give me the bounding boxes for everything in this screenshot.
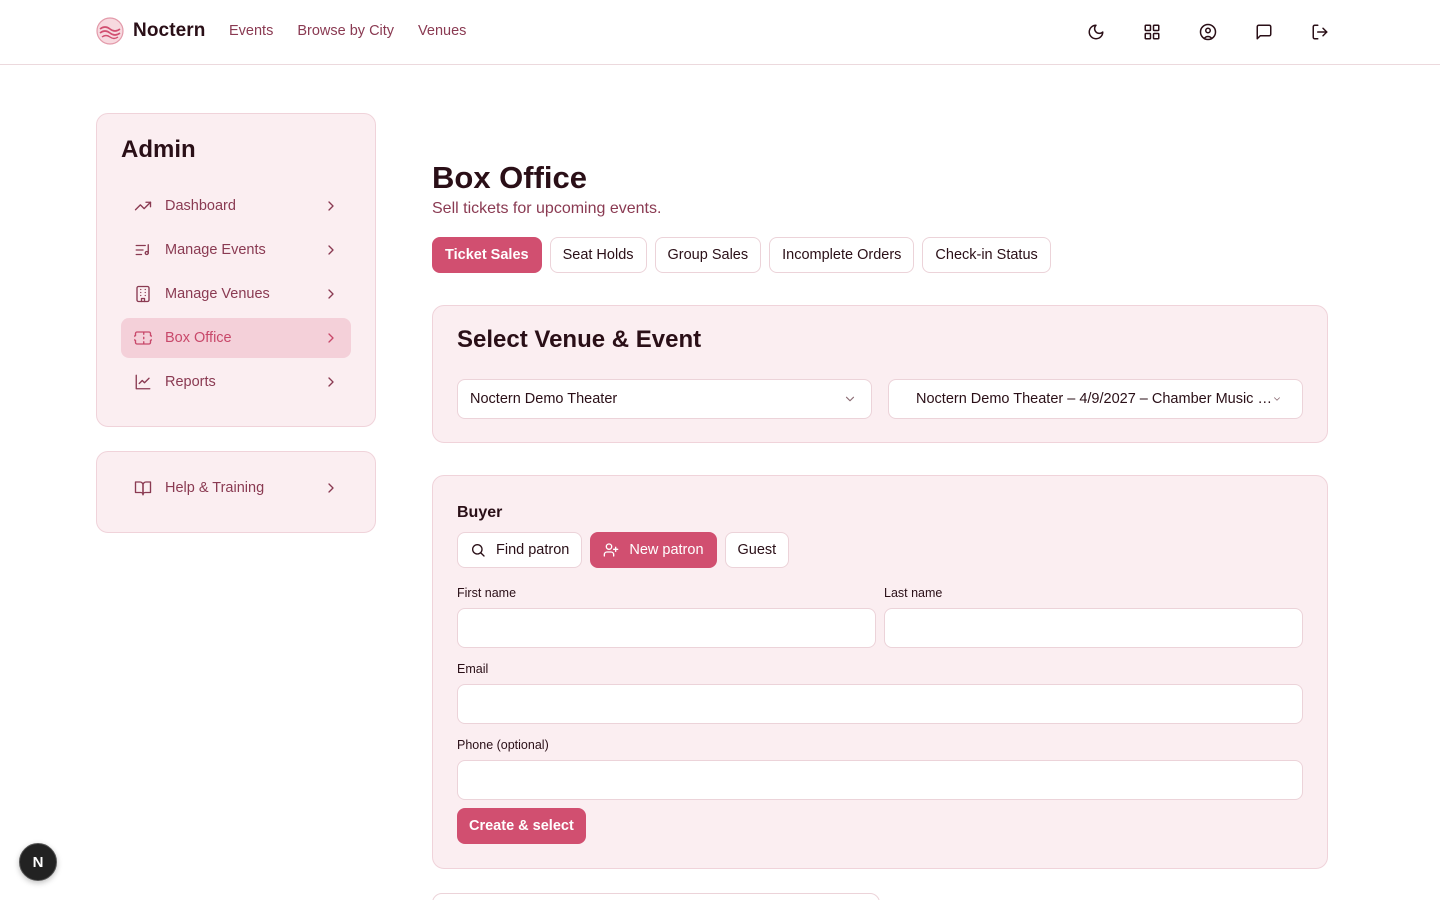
list-music-icon [133, 240, 153, 260]
main-nav-links: Events Browse by City Venues [229, 23, 466, 39]
create-select-button[interactable]: Create & select [457, 808, 586, 844]
brand-name: Noctern [133, 20, 206, 41]
venue-select[interactable]: Noctern Demo Theater [457, 379, 872, 419]
card-title: Select Venue & Event [457, 326, 702, 353]
chevron-right-icon [323, 198, 339, 214]
chevron-right-icon [323, 286, 339, 302]
dev-tools-badge[interactable]: N [19, 843, 57, 881]
sidebar-title: Admin [121, 136, 196, 163]
phone-label: Phone (optional) [457, 738, 549, 752]
page-subtitle: Sell tickets for upcoming events. [432, 200, 662, 217]
ticket-icon [133, 328, 153, 348]
chevron-right-icon [323, 330, 339, 346]
chevron-right-icon [323, 480, 339, 496]
sidebar-item-manage-events[interactable]: Manage Events [121, 230, 351, 270]
tab-check-in-status[interactable]: Check-in Status [922, 237, 1051, 273]
select-venue-event-card: Select Venue & Event Noctern Demo Theate… [432, 305, 1328, 443]
brand[interactable]: Noctern [96, 17, 206, 45]
box-office-tabs: Ticket Sales Seat Holds Group Sales Inco… [432, 237, 1051, 273]
chevron-down-icon [1272, 392, 1288, 408]
last-name-label: Last name [884, 586, 943, 600]
chevron-right-icon [323, 242, 339, 258]
admin-sidebar: Admin Dashboard Manage Events Manage Ven… [96, 113, 376, 427]
nav-link-venues[interactable]: Venues [418, 23, 466, 39]
buyer-card: Buyer Find patron New patron Guest First… [432, 475, 1328, 869]
user-circle-icon[interactable] [1196, 20, 1220, 44]
message-square-icon[interactable] [1252, 20, 1276, 44]
user-plus-icon [604, 543, 619, 557]
find-patron-button[interactable]: Find patron [457, 532, 583, 568]
book-open-icon [133, 478, 153, 498]
event-select[interactable]: Noctern Demo Theater – 4/9/2027 – Chambe… [888, 379, 1303, 419]
moon-icon[interactable] [1084, 20, 1108, 44]
chevron-down-icon [843, 392, 859, 408]
line-chart-icon [133, 372, 153, 392]
nav-link-events[interactable]: Events [229, 23, 273, 39]
page-title: Box Office [432, 160, 588, 195]
event-select-value: Noctern Demo Theater – 4/9/2027 – Chambe… [916, 391, 1278, 407]
search-icon [472, 544, 485, 557]
buyer-heading: Buyer [457, 504, 503, 521]
find-patron-label: Find patron [496, 542, 570, 558]
building-icon [133, 284, 153, 304]
noctern-logo-icon [96, 17, 124, 45]
guest-label: Guest [737, 542, 777, 558]
last-name-field[interactable] [884, 608, 1303, 648]
tab-incomplete-orders[interactable]: Incomplete Orders [769, 237, 915, 273]
grid-icon[interactable] [1140, 20, 1164, 44]
venue-select-value: Noctern Demo Theater [470, 391, 618, 407]
tab-seat-holds[interactable]: Seat Holds [549, 237, 647, 273]
sidebar-item-dashboard[interactable]: Dashboard [121, 186, 351, 226]
email-label: Email [457, 662, 489, 676]
top-nav: Noctern Events Browse by City Venues [0, 0, 1440, 65]
new-patron-label: New patron [629, 542, 704, 558]
tab-group-sales[interactable]: Group Sales [654, 237, 762, 273]
trending-up-icon [133, 196, 153, 216]
first-name-label: First name [457, 586, 517, 600]
buyer-mode-buttons: Find patron New patron Guest [457, 532, 790, 568]
tab-ticket-sales[interactable]: Ticket Sales [432, 237, 542, 273]
phone-field[interactable] [457, 760, 1303, 800]
nav-link-browse-by-city[interactable]: Browse by City [297, 23, 394, 39]
sidebar-item-box-office[interactable]: Box Office [121, 318, 351, 358]
new-patron-button[interactable]: New patron [590, 532, 717, 568]
chevron-right-icon [323, 374, 339, 390]
email-field[interactable] [457, 684, 1303, 724]
first-name-field[interactable] [457, 608, 876, 648]
sidebar-item-help-training[interactable]: Help & Training [121, 468, 351, 508]
guest-button[interactable]: Guest [724, 532, 790, 568]
sidebar-item-reports[interactable]: Reports [121, 362, 351, 402]
log-out-icon[interactable] [1308, 20, 1332, 44]
next-card-peek [432, 893, 880, 900]
nav-actions [1084, 20, 1332, 44]
sidebar-item-manage-venues[interactable]: Manage Venues [121, 274, 351, 314]
help-sidebar: Help & Training [96, 451, 376, 533]
